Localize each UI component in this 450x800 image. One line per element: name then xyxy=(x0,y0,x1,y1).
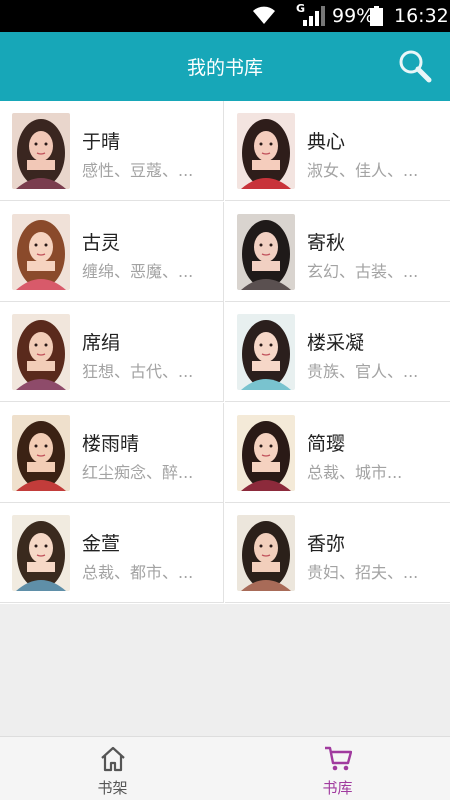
book-tags: 狂想、古代、... xyxy=(82,362,194,382)
book-author-name: 典心 xyxy=(307,131,346,153)
cart-icon xyxy=(325,746,352,771)
book-tags: 玄幻、古装、... xyxy=(307,261,419,281)
book-item[interactable]: 楼采凝贵族、官人、... xyxy=(225,302,450,403)
author-portrait xyxy=(12,314,70,391)
book-item[interactable]: 香弥贵妇、招夫、... xyxy=(225,503,450,604)
author-portrait xyxy=(12,515,70,592)
book-author-name: 席绢 xyxy=(82,332,121,355)
book-author-name: 古灵 xyxy=(82,231,121,254)
battery-percent: 99% xyxy=(332,5,375,27)
book-item[interactable]: 寄秋玄幻、古装、... xyxy=(225,202,450,302)
page-title: 我的书库 xyxy=(186,57,263,79)
search-icon xyxy=(399,50,432,83)
book-tags: 总裁、城市... xyxy=(307,462,403,482)
nav-label: 书库 xyxy=(322,779,353,797)
book-cover xyxy=(12,414,70,491)
book-item[interactable]: 典心淑女、佳人、... xyxy=(225,101,450,201)
book-item[interactable]: 古灵缠绵、恶魔、... xyxy=(0,201,224,302)
book-cover xyxy=(12,314,70,391)
book-author-name: 楼雨晴 xyxy=(82,432,140,455)
book-author-name: 简璎 xyxy=(307,432,346,455)
book-cover xyxy=(237,213,295,290)
book-item[interactable]: 席绢狂想、古代、... xyxy=(0,302,224,403)
book-item[interactable]: 楼雨晴红尘痴念、醉... xyxy=(0,402,224,503)
book-tags: 总裁、都市、... xyxy=(82,563,194,583)
author-portrait xyxy=(237,314,295,391)
author-portrait xyxy=(12,113,70,189)
author-portrait xyxy=(237,213,295,290)
book-tags: 淑女、佳人、... xyxy=(307,161,419,180)
signal-icon xyxy=(303,6,325,26)
nav-bookshelf[interactable]: 书架 xyxy=(0,737,225,800)
search-button[interactable] xyxy=(397,48,433,84)
book-item[interactable]: 简璎总裁、城市... xyxy=(225,403,450,503)
book-cover xyxy=(12,113,70,189)
book-cover xyxy=(12,213,70,290)
book-tags: 红尘痴念、醉... xyxy=(82,462,194,482)
nav-label: 书架 xyxy=(97,779,128,797)
author-portrait xyxy=(12,213,70,290)
battery-icon xyxy=(370,6,383,26)
book-cover xyxy=(12,515,70,592)
book-tags: 贵妇、招夫、... xyxy=(307,563,419,583)
book-author-name: 香弥 xyxy=(307,533,346,556)
book-author-name: 楼采凝 xyxy=(307,332,365,355)
nav-library[interactable]: 书库 xyxy=(225,737,450,800)
home-icon xyxy=(101,746,125,772)
book-tags: 缠绵、恶魔、... xyxy=(82,261,194,281)
book-cover xyxy=(237,414,295,491)
book-cover xyxy=(237,113,295,189)
book-item[interactable]: 金萱总裁、都市、... xyxy=(0,503,224,604)
book-author-name: 寄秋 xyxy=(307,231,346,254)
author-portrait xyxy=(237,414,295,491)
app-bar: 我的书库 xyxy=(0,32,450,101)
book-cover xyxy=(237,515,295,592)
author-portrait xyxy=(237,113,295,189)
wifi-icon xyxy=(253,6,275,24)
book-grid: 于晴 感性、豆蔻、... 典心 淑女、佳人、... 古灵 缠绵、恶魔、... 寄秋 玄幻、古装… xyxy=(0,101,450,604)
book-author-name: 于晴 xyxy=(82,131,121,153)
book-cover xyxy=(237,314,295,391)
book-tags: 感性、豆蔻、... xyxy=(82,161,194,180)
book-author-name: 金萱 xyxy=(82,533,121,556)
book-item[interactable]: 于晴感性、豆蔻、... xyxy=(0,101,224,201)
bottom-nav: 书架 书库 xyxy=(0,736,450,800)
book-tags: 贵族、官人、... xyxy=(307,362,419,382)
status-bar: G 99% 16:32 xyxy=(0,0,450,32)
author-portrait xyxy=(12,414,70,491)
author-portrait xyxy=(237,515,295,592)
clock: 16:32 xyxy=(394,5,449,27)
